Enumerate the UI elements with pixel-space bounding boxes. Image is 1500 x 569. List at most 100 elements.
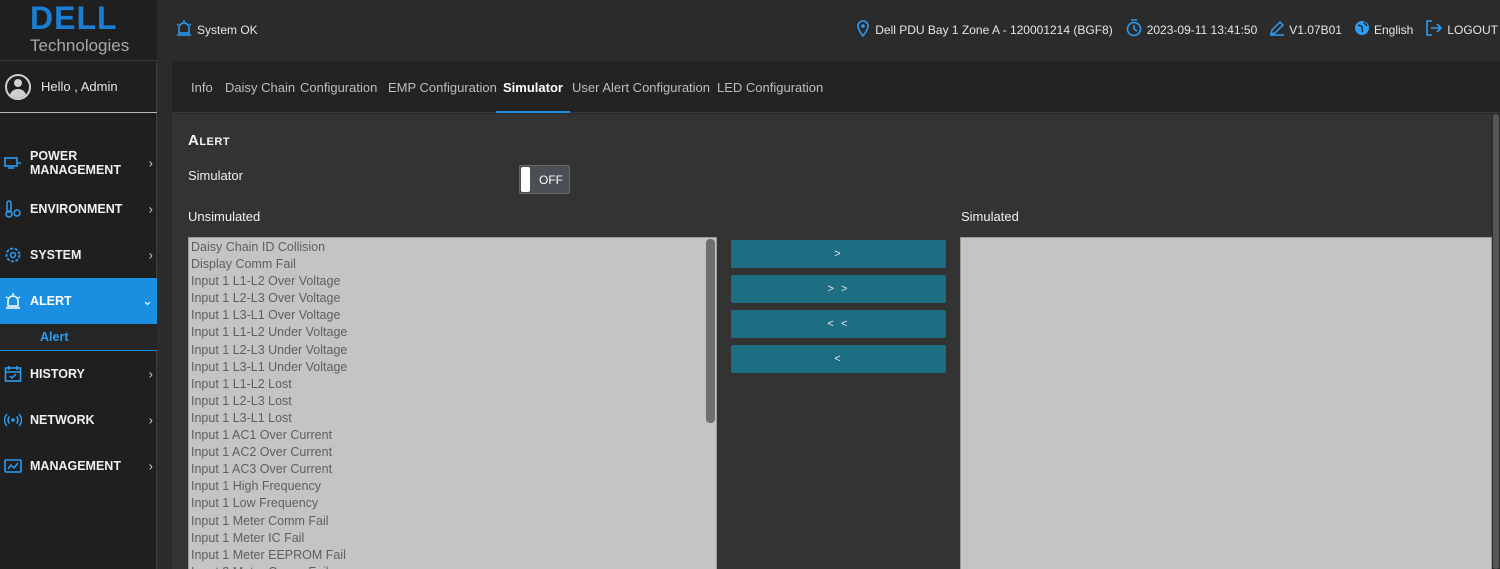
- top-bar-info: Dell PDU Bay 1 Zone A - 120001214 (BGF8)…: [843, 19, 1498, 40]
- listbox-scrollbar[interactable]: [706, 239, 715, 423]
- alert-siren-icon: [175, 19, 193, 40]
- sidebar-item-label: MANAGEMENT: [30, 459, 121, 473]
- gear-icon: [3, 245, 23, 265]
- tab-daisy-chain[interactable]: Daisy Chain: [225, 61, 295, 113]
- simulated-label: Simulated: [961, 209, 1019, 224]
- chevron-right-icon: ›: [148, 458, 153, 474]
- system-status-text: System OK: [197, 22, 258, 37]
- clock-icon: [1125, 19, 1143, 40]
- list-item[interactable]: Input 1 L2-L3 Under Voltage: [189, 342, 716, 359]
- logout-button[interactable]: LOGOUT: [1425, 19, 1498, 40]
- list-item[interactable]: Input 1 AC1 Over Current: [189, 427, 716, 444]
- sidebar-item-system[interactable]: SYSTEM ›: [0, 232, 157, 278]
- chevron-right-icon: ›: [148, 201, 153, 217]
- sidebar-nav: POWER MANAGEMENT › ENVIRONMENT › SYSTEM …: [0, 140, 157, 489]
- chevron-right-icon: ›: [148, 412, 153, 428]
- list-item[interactable]: Input 1 L3-L1 Lost: [189, 410, 716, 427]
- unsimulated-items: Daisy Chain ID Collision Display Comm Fai…: [189, 239, 716, 569]
- language-text: English: [1373, 22, 1414, 37]
- power-management-icon: [3, 153, 23, 173]
- list-item[interactable]: Input 1 Meter EEPROM Fail: [189, 547, 716, 564]
- list-item[interactable]: Input 1 AC2 Over Current: [189, 444, 716, 461]
- simulator-toggle[interactable]: OFF: [519, 165, 570, 194]
- active-tab-indicator: [496, 111, 570, 113]
- sidebar-item-label: POWER MANAGEMENT: [30, 149, 121, 177]
- tab-user-alert-configuration[interactable]: User Alert Configuration: [572, 61, 710, 113]
- version-text: V1.07B01: [1289, 22, 1342, 37]
- list-item[interactable]: Input 1 L1-L2 Over Voltage: [189, 273, 716, 290]
- section-title: Alert: [188, 132, 231, 149]
- sidebar: DELL Technologies Hello , Admin POWER MA…: [0, 0, 157, 569]
- network-icon: [3, 410, 23, 430]
- list-item[interactable]: Input 1 L2-L3 Over Voltage: [189, 290, 716, 307]
- page-scrollbar[interactable]: [1492, 114, 1500, 569]
- list-item[interactable]: Input 1 Meter IC Fail: [189, 530, 716, 547]
- simulated-listbox[interactable]: [960, 237, 1492, 569]
- move-one-right-button[interactable]: >: [731, 240, 946, 268]
- list-item[interactable]: Input 1 Meter Comm Fail: [189, 513, 716, 530]
- top-bar: System OK Dell PDU Bay 1 Zone A - 120001…: [157, 0, 1500, 61]
- alert-siren-icon: [3, 291, 23, 311]
- device-location: Dell PDU Bay 1 Zone A - 120001214 (BGF8): [855, 19, 1113, 40]
- list-item[interactable]: Input 1 L2-L3 Lost: [189, 393, 716, 410]
- pencil-icon: [1269, 20, 1285, 39]
- list-item[interactable]: Input 1 L1-L2 Under Voltage: [189, 324, 716, 341]
- page-scrollbar-thumb[interactable]: [1493, 114, 1499, 569]
- list-item[interactable]: Input 1 L3-L1 Under Voltage: [189, 359, 716, 376]
- logo-text: DELL: [30, 0, 118, 36]
- list-item[interactable]: Input 1 L3-L1 Over Voltage: [189, 307, 716, 324]
- tab-led-configuration[interactable]: LED Configuration: [717, 61, 823, 113]
- chevron-right-icon: ›: [148, 247, 153, 263]
- unsimulated-label: Unsimulated: [188, 209, 261, 224]
- logo-subtext: Technologies: [30, 36, 130, 55]
- firmware-version[interactable]: V1.07B01: [1269, 20, 1342, 39]
- sidebar-item-history[interactable]: HISTORY ›: [0, 351, 157, 397]
- move-all-right-button[interactable]: > >: [731, 275, 946, 303]
- move-all-left-button[interactable]: < <: [731, 310, 946, 338]
- chevron-right-icon: ›: [148, 155, 153, 171]
- sidebar-item-network[interactable]: NETWORK ›: [0, 397, 157, 443]
- list-item[interactable]: Display Comm Fail: [189, 256, 716, 273]
- tab-bar: Info Daisy Chain Configuration EMP Confi…: [172, 61, 1500, 113]
- tab-info[interactable]: Info: [191, 61, 213, 113]
- globe-icon: [1354, 20, 1370, 39]
- toggle-state-text: OFF: [539, 173, 563, 187]
- app-window: DELL Technologies Hello , Admin POWER MA…: [0, 0, 1500, 569]
- sidebar-subitem-alert[interactable]: Alert: [0, 324, 157, 351]
- list-item[interactable]: Input 2 Meter Comm Fail: [189, 564, 716, 569]
- tab-emp-configuration[interactable]: EMP Configuration: [388, 61, 497, 113]
- simulator-label: Simulator: [188, 168, 243, 183]
- sidebar-item-alert[interactable]: ALERT ⌄: [0, 278, 157, 324]
- unsimulated-listbox[interactable]: Daisy Chain ID Collision Display Comm Fai…: [188, 237, 717, 569]
- sidebar-item-management[interactable]: MANAGEMENT ›: [0, 443, 157, 489]
- tab-configuration[interactable]: Configuration: [300, 61, 377, 113]
- sidebar-item-label: ALERT: [30, 294, 72, 308]
- system-status: System OK: [175, 19, 258, 40]
- user-greeting: Hello , Admin: [41, 79, 118, 94]
- location-pin-icon: [855, 19, 871, 40]
- toggle-knob: [521, 167, 530, 192]
- calendar-icon: [3, 364, 23, 384]
- list-item[interactable]: Input 1 Low Frequency: [189, 495, 716, 512]
- list-item[interactable]: Input 1 AC3 Over Current: [189, 461, 716, 478]
- sidebar-item-power-management[interactable]: POWER MANAGEMENT ›: [0, 140, 157, 186]
- sidebar-item-label: ENVIRONMENT: [30, 202, 123, 216]
- avatar: [5, 73, 31, 100]
- language-selector[interactable]: English: [1354, 20, 1413, 39]
- system-clock: 2023-09-11 13:41:50: [1125, 19, 1258, 40]
- chevron-down-icon: ⌄: [142, 293, 153, 308]
- logout-text: LOGOUT: [1447, 22, 1498, 37]
- list-item[interactable]: Input 1 L1-L2 Lost: [189, 376, 716, 393]
- list-item[interactable]: Daisy Chain ID Collision: [189, 239, 716, 256]
- list-item[interactable]: Input 1 High Frequency: [189, 478, 716, 495]
- dell-logo[interactable]: DELL Technologies: [0, 0, 157, 61]
- datetime-text: 2023-09-11 13:41:50: [1146, 22, 1258, 37]
- sidebar-item-label: NETWORK: [30, 413, 95, 427]
- tab-simulator[interactable]: Simulator: [496, 61, 570, 113]
- move-one-left-button[interactable]: <: [731, 345, 946, 373]
- logout-icon: [1425, 19, 1443, 40]
- environment-icon: [3, 199, 23, 219]
- device-location-text: Dell PDU Bay 1 Zone A - 120001214 (BGF8): [875, 22, 1113, 37]
- tab-label: Simulator: [503, 79, 563, 95]
- sidebar-item-environment[interactable]: ENVIRONMENT ›: [0, 186, 157, 232]
